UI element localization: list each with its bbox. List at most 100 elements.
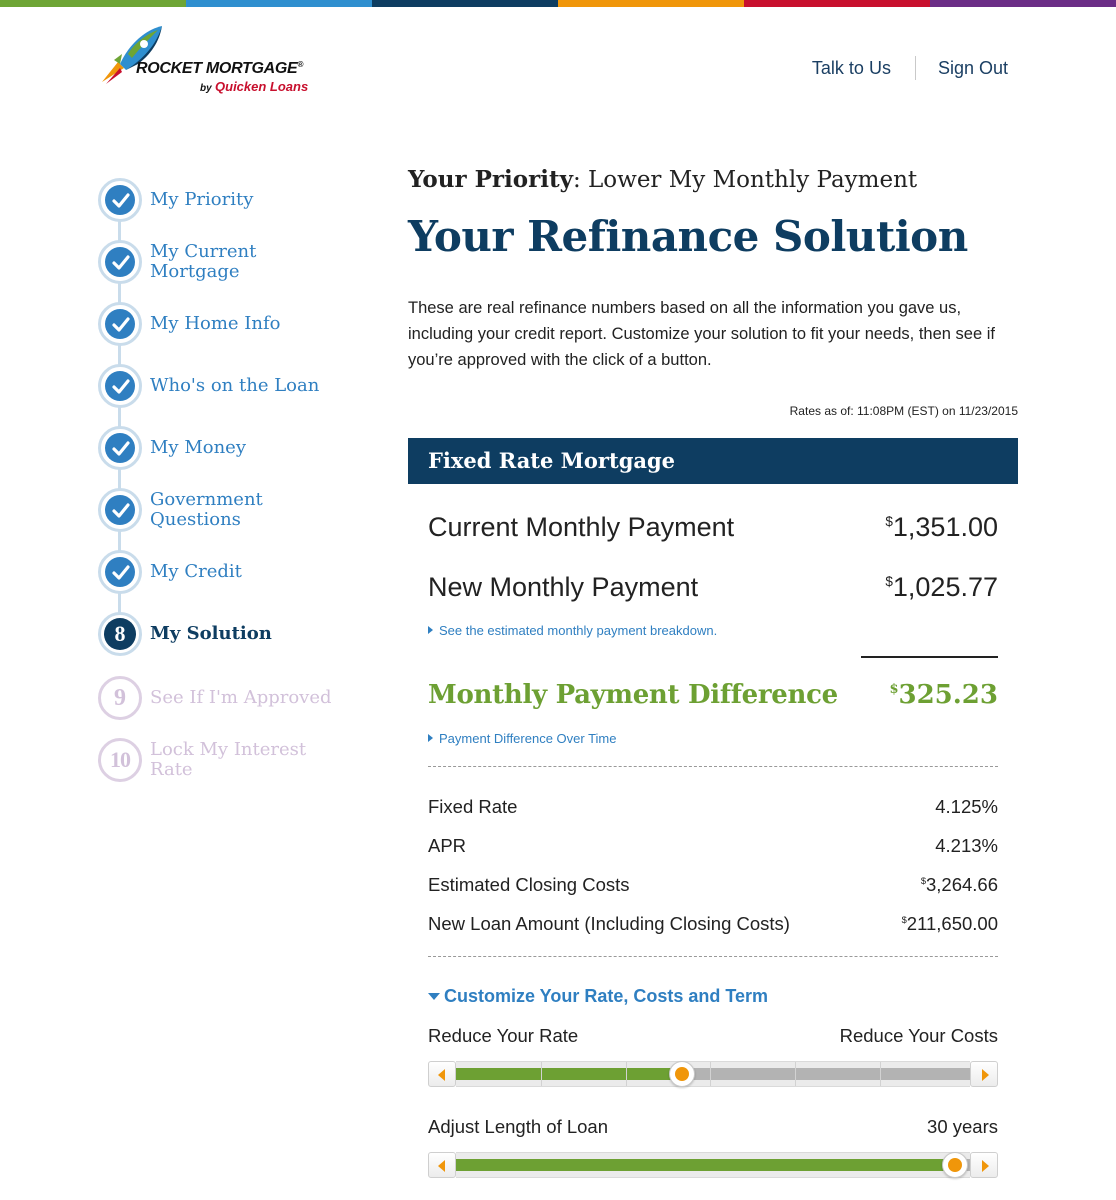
step-complete-badge — [98, 302, 142, 346]
priority-line: Your Priority: Lower My Monthly Payment — [408, 166, 917, 193]
sum-line — [861, 656, 998, 658]
difference-over-time-link[interactable]: Payment Difference Over Time — [428, 731, 617, 746]
step-number: 8 — [104, 618, 136, 650]
step-complete-badge — [98, 178, 142, 222]
color-segment — [558, 0, 744, 7]
slider-handle[interactable] — [669, 1061, 696, 1087]
color-segment — [0, 0, 186, 7]
step-label: Lock My Interest Rate — [150, 739, 307, 780]
checkmark-icon — [112, 441, 130, 456]
step-label: My Credit — [150, 561, 242, 582]
caret-right-icon — [428, 626, 433, 634]
color-segment — [372, 0, 558, 7]
slider-increment-button[interactable] — [970, 1152, 998, 1178]
slider-decrement-button[interactable] — [428, 1152, 456, 1178]
detail-value: 4.213% — [935, 835, 998, 856]
top-nav: Talk to Us Sign Out — [812, 56, 1008, 80]
payment-breakdown-link[interactable]: See the estimated monthly payment breakd… — [428, 623, 717, 638]
slider-fill — [456, 1068, 683, 1080]
detail-value: 4.125% — [935, 796, 998, 817]
logo-wordmark: ROCKET MORTGAGE® — [136, 60, 304, 77]
payment-difference-label: Monthly Payment Difference — [428, 680, 838, 710]
slider-tick — [710, 1062, 712, 1086]
slider-handle[interactable] — [941, 1152, 968, 1178]
loan-length-slider[interactable] — [428, 1152, 998, 1178]
arrow-left-icon — [438, 1069, 445, 1081]
step-label: My Solution — [150, 623, 272, 644]
caret-down-icon — [428, 993, 440, 1000]
priority-label: Your Priority — [408, 166, 573, 193]
arrow-right-icon — [982, 1069, 989, 1081]
step-government-questions[interactable]: Government Questions — [96, 488, 356, 538]
reduce-rate-label: Reduce Your Rate — [428, 1025, 579, 1046]
page-title: Your Refinance Solution — [408, 212, 968, 261]
payment-difference-value: $325.23 — [889, 680, 998, 710]
arrow-right-icon — [982, 1160, 989, 1172]
slider-handle-dot — [947, 1158, 962, 1172]
step-complete-badge — [98, 426, 142, 470]
step-my-credit[interactable]: My Credit — [96, 550, 356, 596]
step-my-current-mortgage[interactable]: My Current Mortgage — [96, 240, 356, 290]
step-label: See If I'm Approved — [150, 687, 332, 708]
reduce-costs-label: Reduce Your Costs — [839, 1025, 998, 1046]
step-label: Government Questions — [150, 489, 263, 530]
current-payment-value: $1,351.00 — [885, 512, 998, 542]
talk-to-us-link[interactable]: Talk to Us — [812, 58, 891, 79]
step-label: My Money — [150, 437, 247, 458]
step-number-badge: 9 — [98, 676, 142, 720]
current-payment-label: Current Monthly Payment — [428, 512, 735, 542]
detail-label: Fixed Rate — [428, 796, 518, 817]
panel-header: Fixed Rate Mortgage — [408, 438, 1018, 484]
loan-length-label: Adjust Length of Loan — [428, 1116, 609, 1137]
color-segment — [186, 0, 372, 7]
step-complete-badge — [98, 550, 142, 594]
detail-label: New Loan Amount (Including Closing Costs… — [428, 913, 790, 934]
slider-increment-button[interactable] — [970, 1061, 998, 1087]
detail-label: APR — [428, 835, 467, 856]
intro-text: These are real refinance numbers based o… — [408, 299, 995, 369]
detail-value: $3,264.66 — [920, 874, 998, 895]
slider-track[interactable] — [456, 1061, 970, 1087]
color-segment — [930, 0, 1116, 7]
checkmark-icon — [112, 255, 130, 270]
sign-out-link[interactable]: Sign Out — [938, 58, 1008, 79]
step-current-badge: 8 — [98, 612, 142, 656]
brand-color-bar — [0, 0, 1116, 7]
new-payment-value: $1,025.77 — [885, 572, 998, 602]
step-my-money[interactable]: My Money — [96, 426, 356, 472]
checkmark-icon — [112, 193, 130, 208]
step-my-solution[interactable]: 8 My Solution — [96, 612, 356, 658]
priority-value: : Lower My Monthly Payment — [572, 167, 918, 193]
slider-tick — [540, 1062, 542, 1086]
checkmark-icon — [112, 503, 130, 518]
caret-right-icon — [428, 734, 433, 742]
step-complete-badge — [98, 488, 142, 532]
slider-handle-dot — [675, 1067, 690, 1081]
step-complete-badge — [98, 240, 142, 284]
dotted-divider — [428, 766, 998, 767]
slider-tick — [880, 1062, 882, 1086]
new-payment-label: New Monthly Payment — [428, 572, 699, 602]
step-label: Who's on the Loan — [150, 375, 320, 396]
color-segment — [744, 0, 930, 7]
step-label: My Home Info — [150, 313, 281, 334]
slider-track[interactable] — [456, 1152, 970, 1178]
customize-toggle[interactable]: Customize Your Rate, Costs and Term — [428, 986, 768, 1007]
rocket-mortgage-logo[interactable]: ROCKET MORTGAGE® by Quicken Loans — [98, 24, 338, 94]
step-complete-badge — [98, 364, 142, 408]
step-label: My Current Mortgage — [150, 241, 257, 282]
rate-cost-slider[interactable] — [428, 1061, 998, 1087]
loan-length-value: 30 years — [927, 1116, 998, 1137]
step-see-if-approved: 9 See If I'm Approved — [96, 676, 356, 722]
checkmark-icon — [112, 379, 130, 394]
step-my-priority[interactable]: My Priority — [96, 178, 356, 224]
step-label: My Priority — [150, 189, 254, 210]
rates-timestamp: Rates as of: 11:08PM (EST) on 11/23/2015 — [789, 404, 1018, 418]
step-lock-interest-rate: 10 Lock My Interest Rate — [96, 738, 356, 788]
step-my-home-info[interactable]: My Home Info — [96, 302, 356, 348]
slider-tick — [625, 1062, 627, 1086]
step-whos-on-the-loan[interactable]: Who's on the Loan — [96, 364, 356, 410]
logo-byline: by Quicken Loans — [200, 79, 309, 94]
checkmark-icon — [112, 565, 130, 580]
slider-decrement-button[interactable] — [428, 1061, 456, 1087]
